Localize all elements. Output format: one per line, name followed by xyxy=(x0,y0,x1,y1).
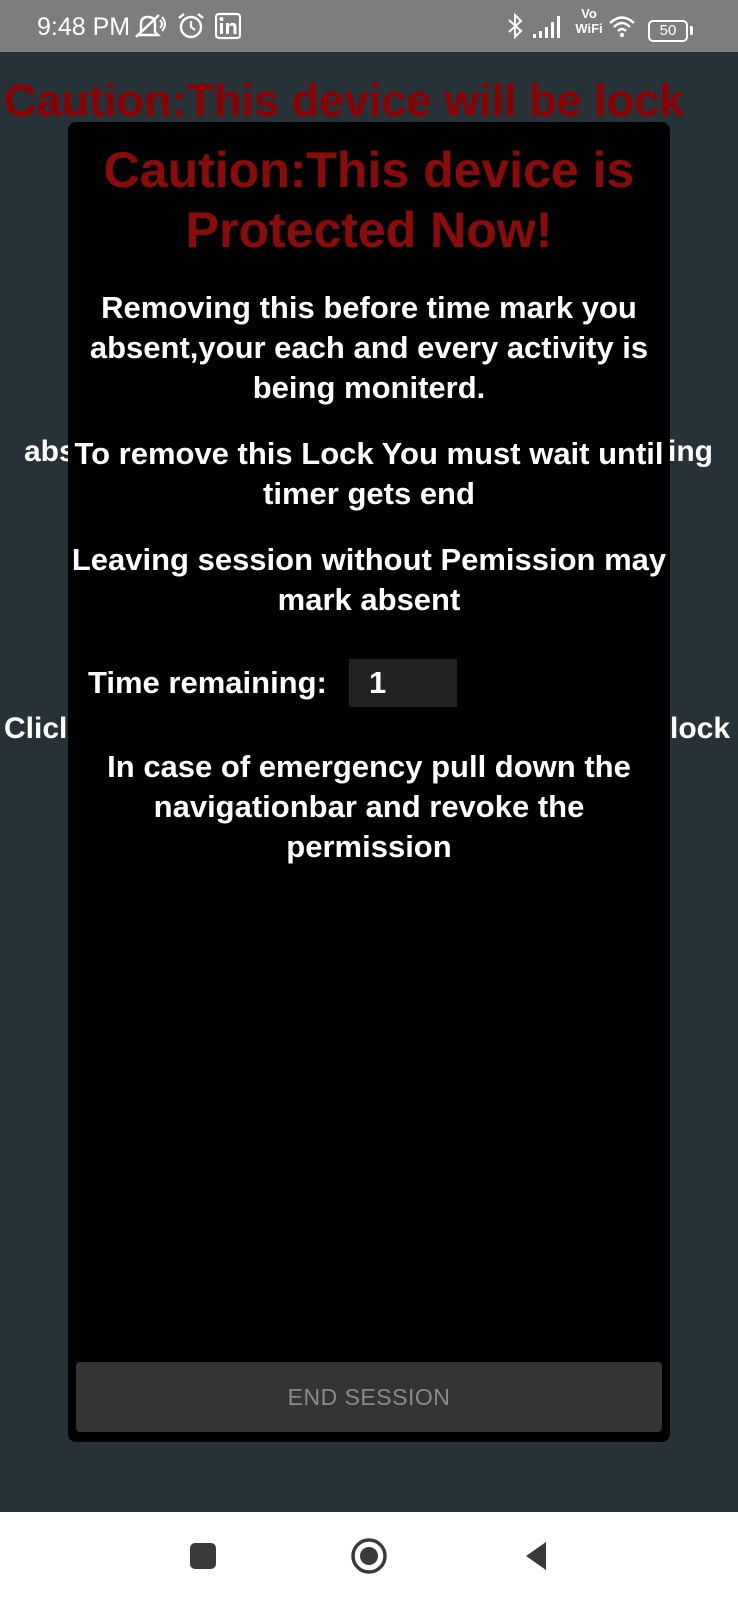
status-time: 9:48 PM xyxy=(37,13,131,41)
signal-icon xyxy=(533,16,560,38)
background-caution-heading: Caution:This device will be lock xyxy=(4,75,685,126)
home-icon[interactable] xyxy=(349,1536,389,1576)
monitor-warning-text: Removing this before time mark you absen… xyxy=(89,290,649,405)
mute-icon xyxy=(135,14,166,38)
background-text-fragment: Clicl xyxy=(4,712,68,745)
background-text-fragment: ing xyxy=(668,435,713,468)
back-icon[interactable] xyxy=(516,1536,556,1576)
dialog-title: Caution:This device is Protected Now! xyxy=(103,142,635,258)
battery-icon: 50 xyxy=(648,20,688,42)
lock-dialog: Caution:This device is Protected Now! Re… xyxy=(68,122,670,1442)
status-bar: 9:48 PM Vo WiFi 50 xyxy=(0,0,738,52)
emergency-instruction-text: In case of emergency pull down the navig… xyxy=(107,749,631,864)
battery-cap xyxy=(690,26,693,35)
time-remaining-value: 1 xyxy=(349,659,457,707)
leaving-warning-text: Leaving session without Pemission may ma… xyxy=(71,542,667,617)
linkedin-icon xyxy=(215,12,241,40)
wifi-icon xyxy=(609,16,635,38)
alarm-icon xyxy=(178,13,204,39)
timer-instruction-text: To remove this Lock You must wait until … xyxy=(74,436,664,511)
vowifi-label: Vo WiFi xyxy=(575,6,603,36)
navigation-bar xyxy=(0,1512,738,1600)
end-session-button[interactable]: END SESSION xyxy=(76,1362,662,1432)
bluetooth-icon xyxy=(508,12,523,40)
recents-icon[interactable] xyxy=(183,1536,223,1576)
time-remaining-label: Time remaining: xyxy=(88,665,327,700)
background-text-fragment: lock xyxy=(670,712,731,745)
